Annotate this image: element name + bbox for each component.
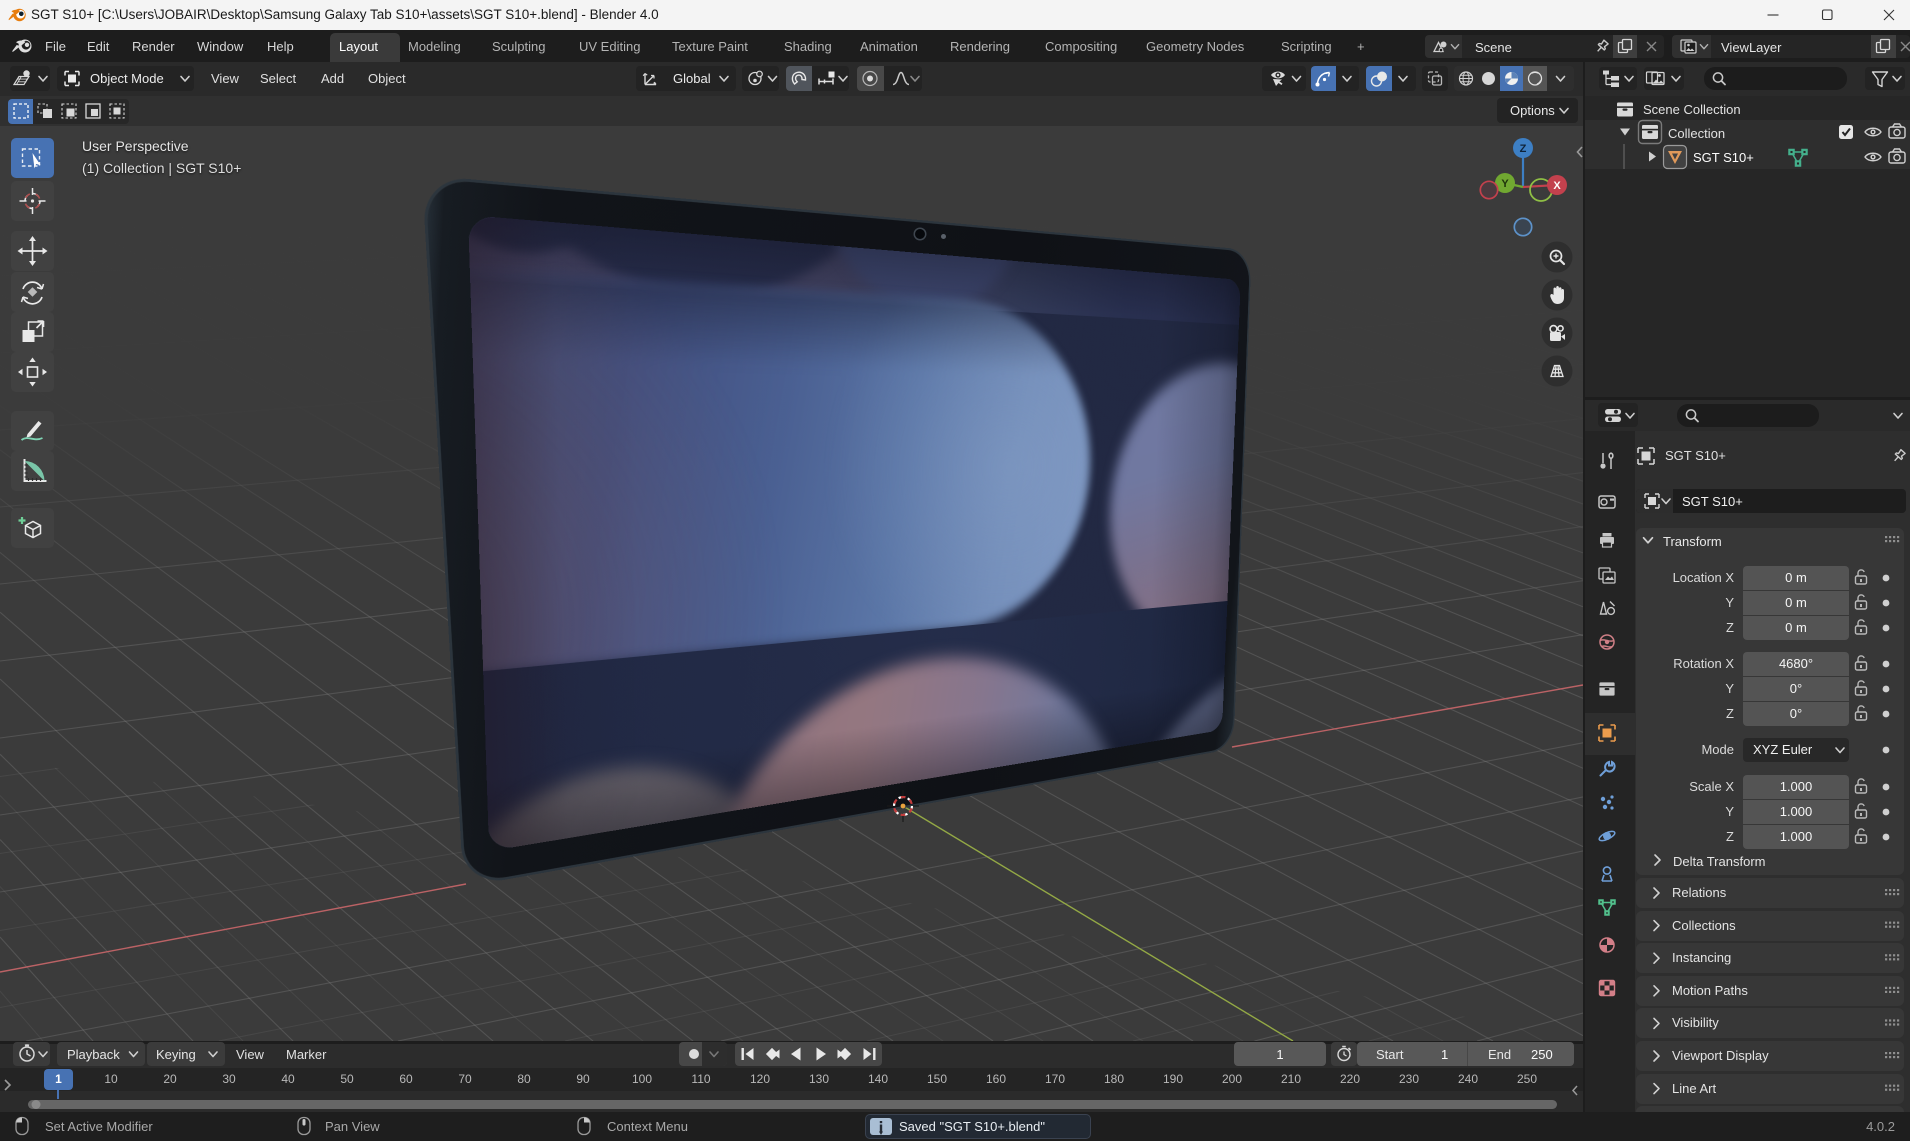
svg-text:X: X — [1553, 180, 1561, 192]
svg-text:Y: Y — [1501, 178, 1509, 190]
svg-text:Z: Z — [1520, 143, 1527, 155]
